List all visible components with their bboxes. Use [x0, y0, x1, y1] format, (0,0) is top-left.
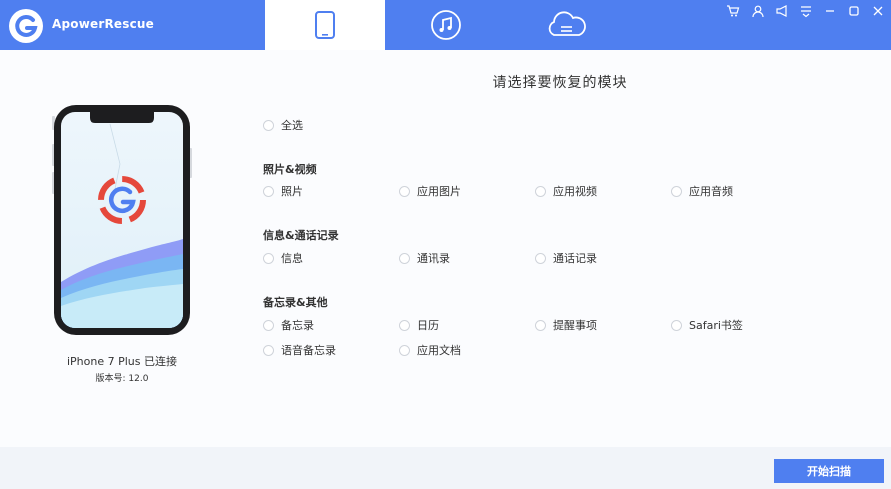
radio-button[interactable]	[535, 319, 546, 331]
option-label: 备忘录	[281, 319, 314, 332]
cloud-icon	[548, 11, 586, 36]
option-label: Safari书签	[689, 319, 743, 332]
radio-button[interactable]	[399, 185, 410, 197]
close-icon[interactable]	[871, 4, 885, 18]
option-messages[interactable]: 信息	[263, 251, 303, 265]
option-safari-bookmarks[interactable]: Safari书签	[671, 318, 743, 332]
radio-button[interactable]	[399, 344, 410, 356]
phone-icon	[315, 11, 335, 39]
option-label: 通讯录	[417, 252, 450, 265]
section-title-notes: 备忘录&其他	[263, 296, 328, 309]
user-icon[interactable]	[751, 4, 765, 18]
option-label: 提醒事项	[553, 319, 597, 332]
option-label: 应用视频	[553, 185, 597, 198]
music-note-icon	[431, 10, 461, 40]
option-app-photos[interactable]: 应用图片	[399, 184, 461, 198]
radio-button[interactable]	[671, 319, 682, 331]
device-version: 版本号: 12.0	[95, 374, 149, 384]
radio-button[interactable]	[263, 252, 274, 264]
option-app-audio[interactable]: 应用音频	[671, 184, 733, 198]
tab-cloud[interactable]	[506, 0, 626, 50]
radio-button[interactable]	[535, 185, 546, 197]
device-name: iPhone 7 Plus 已连接	[66, 355, 177, 368]
app-logo-icon	[9, 9, 43, 43]
section-title-photos: 照片&视频	[263, 163, 317, 176]
radio-button[interactable]	[263, 319, 274, 331]
option-voice-memos[interactable]: 语音备忘录	[263, 343, 336, 357]
cart-icon[interactable]	[726, 4, 740, 18]
option-label: 应用文档	[417, 344, 461, 357]
option-label: 应用音频	[689, 185, 733, 198]
radio-button[interactable]	[671, 185, 682, 197]
tab-music[interactable]	[386, 0, 506, 50]
maximize-icon[interactable]	[847, 4, 861, 18]
select-all-label: 全选	[281, 119, 303, 132]
option-app-documents[interactable]: 应用文档	[399, 343, 461, 357]
radio-button[interactable]	[399, 252, 410, 264]
option-photos[interactable]: 照片	[263, 184, 303, 198]
start-scan-button[interactable]: 开始扫描	[774, 459, 884, 483]
radio-button[interactable]	[263, 119, 274, 131]
option-calendar[interactable]: 日历	[399, 318, 439, 332]
radio-button[interactable]	[263, 185, 274, 197]
option-call-history[interactable]: 通话记录	[535, 251, 597, 265]
option-label: 语音备忘录	[281, 344, 336, 357]
device-image	[50, 104, 194, 336]
option-label: 日历	[417, 319, 439, 332]
radio-button[interactable]	[535, 252, 546, 264]
page-title: 请选择要恢复的模块	[492, 75, 628, 91]
minimize-icon[interactable]	[823, 4, 837, 18]
menu-icon[interactable]	[799, 4, 813, 18]
tab-device[interactable]	[265, 0, 385, 50]
option-app-videos[interactable]: 应用视频	[535, 184, 597, 198]
option-label: 通话记录	[553, 252, 597, 265]
option-label: 应用图片	[417, 185, 461, 198]
bottom-bar	[0, 447, 891, 489]
radio-button[interactable]	[263, 344, 274, 356]
select-all-checkbox[interactable]: 全选	[263, 118, 303, 132]
title-bar: ApowerRescue	[0, 0, 891, 50]
option-label: 照片	[281, 185, 303, 198]
option-notes[interactable]: 备忘录	[263, 318, 314, 332]
radio-button[interactable]	[399, 319, 410, 331]
option-label: 信息	[281, 252, 303, 265]
megaphone-icon[interactable]	[775, 4, 789, 18]
section-title-messages: 信息&通话记录	[263, 229, 339, 242]
option-reminders[interactable]: 提醒事项	[535, 318, 597, 332]
app-name: ApowerRescue	[52, 17, 154, 31]
option-contacts[interactable]: 通讯录	[399, 251, 450, 265]
